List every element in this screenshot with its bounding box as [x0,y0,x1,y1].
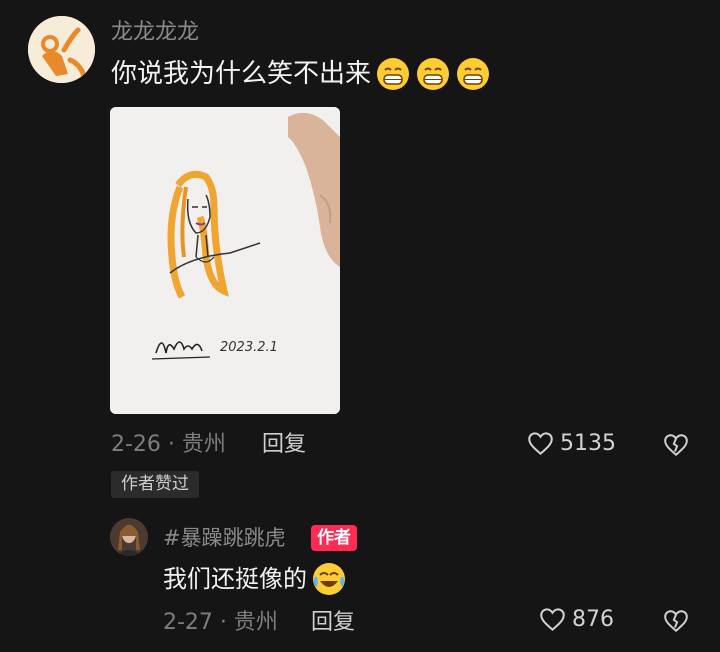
like-count: 876 [572,607,614,632]
broken-heart-icon[interactable] [663,432,689,458]
comment-text: 我们还挺像的 [163,561,347,597]
broken-heart-icon[interactable] [663,608,689,634]
grinning-emoji-icon [417,58,450,90]
author-liked-tag: 作者赞过 [111,471,199,498]
like-button[interactable]: 876 [539,606,614,633]
portrait-sketch-image: 2023.2.1 [110,107,340,414]
photo-signature-text: 2023.2.1 [220,340,278,355]
reply-button[interactable]: 回复 [311,608,355,638]
avatar[interactable] [110,518,148,556]
comment-username[interactable]: 龙龙龙龙 [111,18,199,48]
comment-body: 我们还挺像的 [163,565,307,593]
comment-meta: 2-27 · 贵州 [163,610,278,635]
grinning-emoji-icon [377,58,410,90]
reply-button[interactable]: 回复 [262,430,306,460]
avatar[interactable] [28,16,95,83]
comment-username[interactable]: #暴躁跳跳虎 [163,523,286,553]
grinning-emoji-icon [457,58,490,90]
comment-photo[interactable]: 2023.2.1 [110,107,340,414]
author-badge: 作者 [311,525,357,551]
heart-icon [528,432,553,455]
heart-icon [540,608,565,631]
comment-meta: 2-26 · 贵州 [111,432,226,457]
like-count: 5135 [560,431,616,456]
comment-text: 你说我为什么笑不出来 [111,56,491,92]
comment-body: 你说我为什么笑不出来 [111,59,372,89]
profile-photo-icon [110,518,148,556]
like-button[interactable]: 5135 [527,430,616,457]
crying-laughing-emoji-icon [313,563,345,595]
cartoon-avatar-icon [28,16,95,83]
